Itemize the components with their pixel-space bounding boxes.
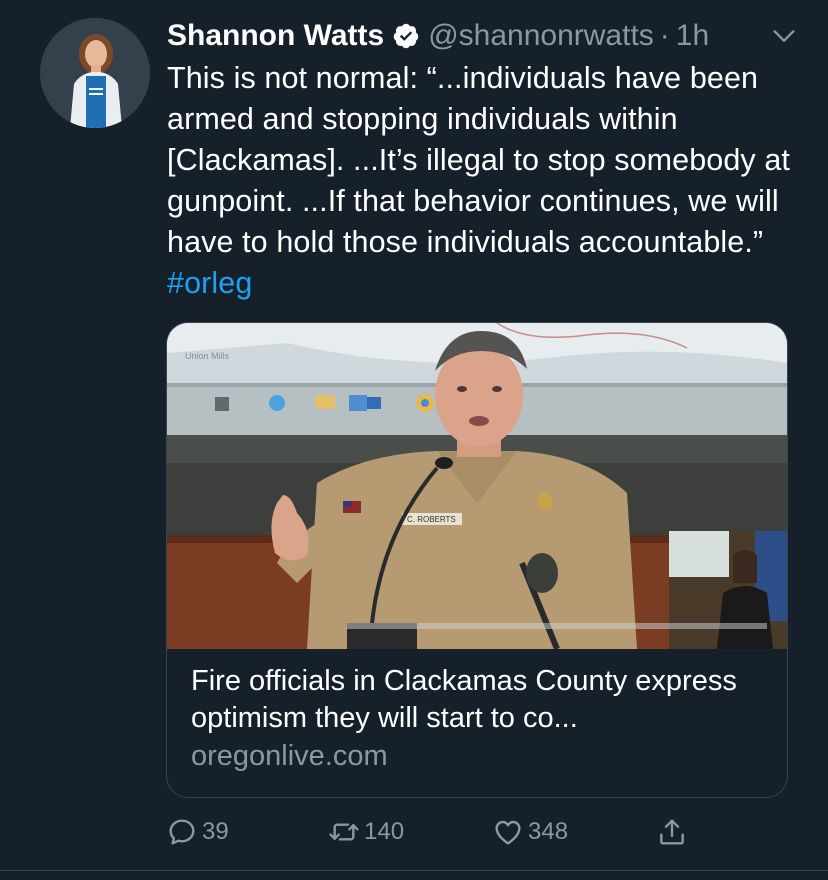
retweet-icon [329, 823, 359, 841]
tweet-text-content: This is not normal: “...individuals have… [167, 61, 790, 259]
share-icon [660, 819, 684, 845]
display-name[interactable]: Shannon Watts [167, 19, 384, 53]
chevron-down-icon[interactable] [770, 22, 798, 50]
verified-badge-icon [393, 23, 419, 49]
retweet-count: 140 [364, 818, 405, 845]
handle[interactable]: @shannonrwatts [428, 19, 654, 53]
hashtag-link[interactable]: #orleg [167, 266, 252, 300]
tweet[interactable]: Shannon Watts @shannonrwatts · 1h This i… [0, 0, 828, 880]
like-count: 348 [528, 818, 569, 845]
separator-dot: · [659, 19, 670, 52]
timestamp[interactable]: 1h [676, 19, 709, 53]
divider [0, 870, 828, 871]
card-text: Fire officials in Clackamas County expre… [191, 663, 771, 775]
card-title: Fire officials in Clackamas County expre… [191, 665, 737, 734]
reply-count: 39 [202, 818, 229, 845]
reply-icon [169, 819, 195, 845]
action-bar: 39 140 348 [166, 812, 786, 852]
tweet-header: Shannon Watts @shannonrwatts · 1h [167, 14, 798, 58]
avatar[interactable] [40, 18, 150, 128]
like-button[interactable]: 348 [492, 812, 568, 852]
reply-button[interactable]: 39 [166, 812, 229, 852]
share-button[interactable] [656, 812, 688, 852]
retweet-button[interactable]: 140 [328, 812, 404, 852]
nametag-text: C. ROBERTS [407, 515, 456, 524]
tweet-text: This is not normal: “...individuals have… [167, 58, 797, 304]
map-label: Union Mills [185, 351, 230, 361]
link-card[interactable]: Union Mills C. ROBERTS Fire officials in… [166, 322, 788, 798]
card-domain: oregonlive.com [191, 740, 388, 772]
card-image: Union Mills C. ROBERTS [167, 323, 787, 649]
like-icon [495, 820, 521, 845]
